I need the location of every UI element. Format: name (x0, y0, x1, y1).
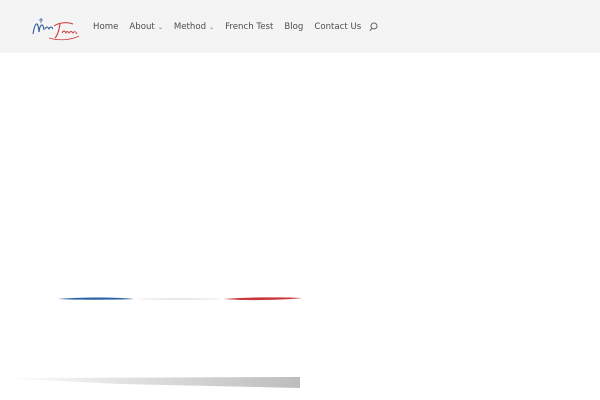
napoli-french-logo-icon[interactable] (29, 12, 83, 42)
flag-stripe-red (224, 297, 302, 301)
site-header: Home About ⌄ Method ⌄ French Test Blog C… (0, 0, 600, 53)
nav-method[interactable]: Method ⌄ (174, 22, 214, 32)
flag-stripe-white (134, 298, 224, 300)
nav-method-label: Method (173, 21, 207, 32)
nav-blog[interactable]: Blog (284, 22, 303, 32)
nav-french-test[interactable]: French Test (225, 22, 273, 32)
nav-home-label: Home (93, 21, 119, 32)
search-icon[interactable] (369, 22, 378, 32)
nav-french-test-label: French Test (225, 21, 274, 32)
flag-stripe-blue (58, 297, 134, 300)
nav-about[interactable]: About ⌄ (129, 22, 162, 32)
flag-stripe-divider (58, 297, 302, 301)
nav-home[interactable]: Home (93, 22, 118, 32)
main-nav: Home About ⌄ Method ⌄ French Test Blog C… (93, 0, 378, 53)
chevron-down-icon: ⌄ (157, 24, 163, 31)
nav-contact-us[interactable]: Contact Us (314, 22, 361, 32)
nav-blog-label: Blog (284, 21, 304, 32)
nav-about-label: About (129, 21, 155, 32)
gray-wedge-decoration (0, 377, 300, 400)
chevron-down-icon: ⌄ (209, 24, 215, 31)
nav-contact-us-label: Contact Us (314, 21, 362, 32)
